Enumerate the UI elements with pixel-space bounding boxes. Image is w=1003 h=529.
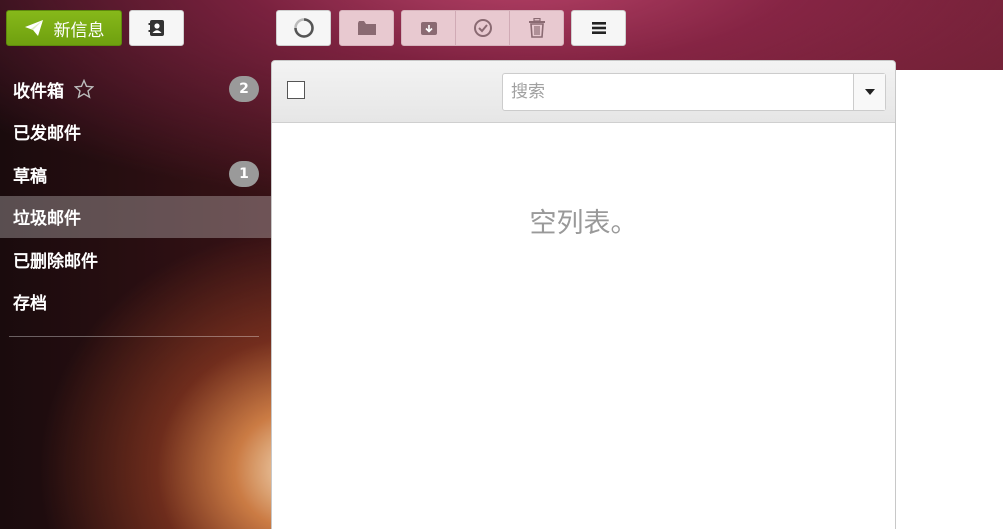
menu-icon — [591, 22, 606, 34]
send-icon — [24, 20, 43, 36]
sidebar-item-drafts[interactable]: 草稿 1 — [0, 153, 271, 196]
folder-label: 已发邮件 — [13, 124, 81, 145]
unread-count-badge: 2 — [229, 76, 259, 103]
folder-label: 存档 — [13, 294, 47, 315]
message-actions-group — [401, 10, 564, 46]
folder-icon — [357, 21, 376, 35]
list-header — [272, 61, 895, 123]
sidebar-item-trash[interactable]: 已删除邮件 — [0, 238, 271, 281]
compose-label: 新信息 — [53, 20, 105, 41]
mark-read-button[interactable] — [456, 11, 510, 45]
star-icon[interactable] — [74, 79, 94, 99]
contacts-icon — [148, 20, 164, 36]
archive-icon — [420, 22, 437, 35]
refresh-icon — [293, 18, 314, 38]
folder-sidebar: 收件箱 2 已发邮件 草稿 1 垃圾邮件 已删除邮件 存档 — [0, 68, 271, 323]
contacts-button[interactable] — [129, 10, 184, 46]
sidebar-divider — [9, 336, 259, 337]
empty-list-message: 空列表。 — [529, 208, 638, 239]
sidebar-item-sent[interactable]: 已发邮件 — [0, 111, 271, 154]
sidebar-item-archive[interactable]: 存档 — [0, 281, 271, 324]
right-blank-area — [896, 70, 1003, 529]
top-toolbar: 新信息 — [0, 0, 1003, 56]
count-badge: 1 — [229, 161, 259, 188]
sidebar-item-junk[interactable]: 垃圾邮件 — [0, 195, 271, 238]
trash-icon — [528, 18, 545, 38]
refresh-button[interactable] — [276, 10, 331, 46]
folder-label: 草稿 — [13, 166, 47, 187]
search-options-button[interactable] — [853, 74, 885, 110]
delete-button[interactable] — [510, 11, 563, 45]
compose-button[interactable]: 新信息 — [6, 10, 122, 46]
folder-label: 垃圾邮件 — [13, 209, 81, 230]
archive-button[interactable] — [402, 11, 456, 45]
select-all-checkbox[interactable] — [287, 81, 305, 99]
more-menu-button[interactable] — [571, 10, 626, 46]
message-list-panel: 空列表。 — [271, 60, 896, 529]
search-box — [502, 73, 886, 111]
sidebar-item-inbox[interactable]: 收件箱 2 — [0, 68, 271, 111]
search-input[interactable] — [503, 74, 853, 110]
caret-down-icon — [864, 89, 875, 95]
check-circle-icon — [473, 19, 492, 37]
move-to-folder-button[interactable] — [339, 10, 394, 46]
folder-label: 已删除邮件 — [13, 251, 98, 272]
folder-label: 收件箱 — [13, 81, 64, 102]
